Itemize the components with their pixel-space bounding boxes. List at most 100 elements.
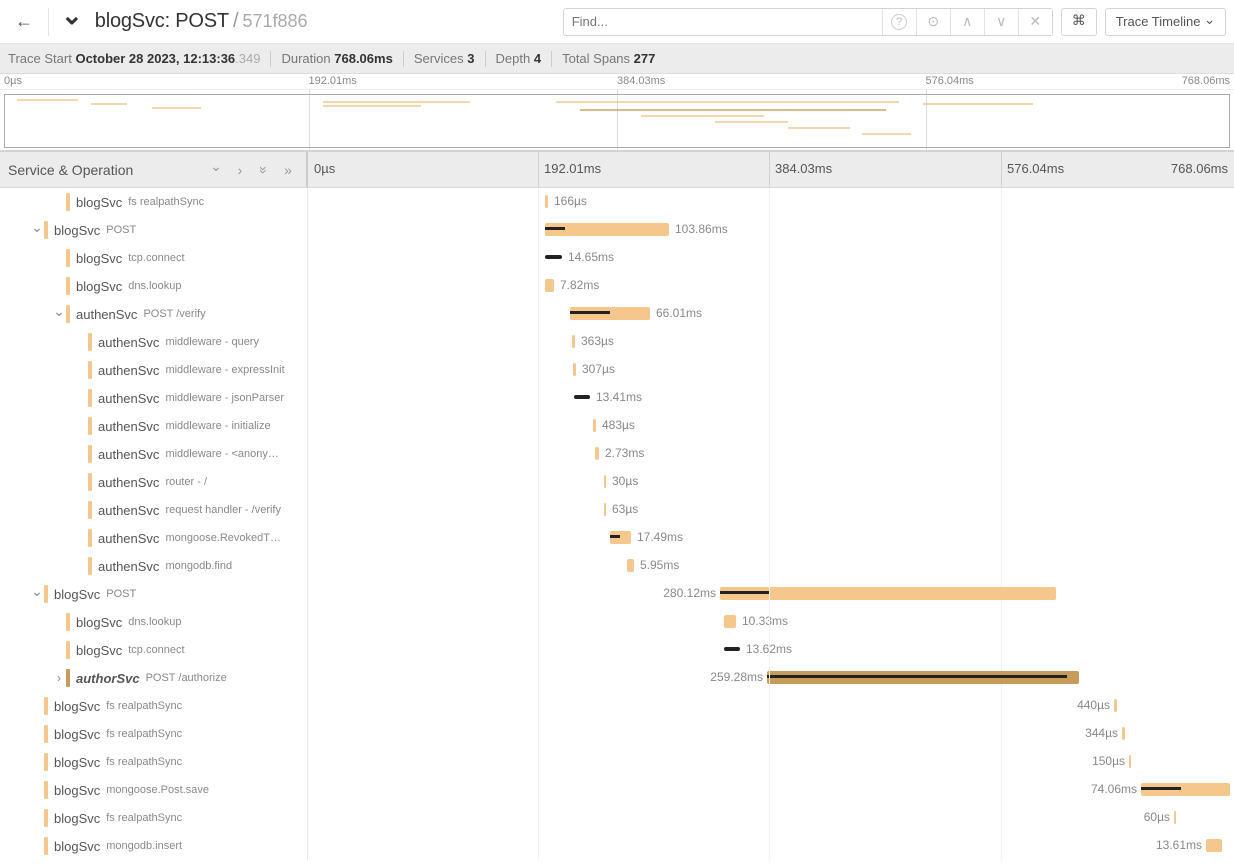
span-bar[interactable] (767, 671, 1079, 684)
minimap-viewport[interactable] (4, 94, 1230, 148)
span-row[interactable]: authenSvcmiddleware - expressInit307µs (0, 356, 1234, 384)
span-bar[interactable] (1129, 755, 1131, 768)
span-row[interactable]: blogSvcdns.lookup10.33ms (0, 608, 1234, 636)
span-bar[interactable] (545, 195, 548, 208)
span-row[interactable]: authenSvcmiddleware - query363µs (0, 328, 1234, 356)
span-bar[interactable] (610, 531, 631, 544)
span-row[interactable]: ⌄blogSvcPOST103.86ms (0, 216, 1234, 244)
collapse-toggle[interactable]: ⌄ (52, 306, 66, 323)
span-bar-area[interactable]: 259.28ms (308, 664, 1234, 692)
span-bar[interactable] (1114, 699, 1117, 712)
span-bar[interactable] (570, 307, 650, 320)
collapse-all-button[interactable]: » (254, 162, 274, 178)
span-row[interactable]: ›authorSvcPOST /authorize259.28ms (0, 664, 1234, 692)
span-row-label[interactable]: blogSvcfs realpathSync (0, 692, 308, 720)
span-bar-area[interactable]: 2.73ms (308, 440, 1234, 468)
span-row-label[interactable]: authenSvcmiddleware - query (0, 328, 308, 356)
span-row-label[interactable]: ⌄authenSvcPOST /verify (0, 300, 308, 328)
span-row-label[interactable]: blogSvcmongoose.Post.save (0, 776, 308, 804)
span-row-label[interactable]: authenSvcrouter - / (0, 468, 308, 496)
span-bar[interactable] (1206, 839, 1222, 852)
span-bar-area[interactable]: 483µs (308, 412, 1234, 440)
span-row[interactable]: blogSvctcp.connect14.65ms (0, 244, 1234, 272)
span-row[interactable]: authenSvcmiddleware - jsonParser13.41ms (0, 384, 1234, 412)
span-row[interactable]: blogSvcfs realpathSync150µs (0, 748, 1234, 776)
span-bar-area[interactable]: 344µs (308, 720, 1234, 748)
span-bar-area[interactable]: 5.95ms (308, 552, 1234, 580)
span-bar[interactable] (545, 279, 554, 292)
span-row[interactable]: blogSvcmongoose.Post.save74.06ms (0, 776, 1234, 804)
span-row-label[interactable]: authenSvcmiddleware - jsonParser (0, 384, 308, 412)
span-row[interactable]: authenSvcmiddleware - initialize483µs (0, 412, 1234, 440)
back-button[interactable]: ← (8, 6, 40, 38)
span-row[interactable]: blogSvcfs realpathSync440µs (0, 692, 1234, 720)
span-bar[interactable] (545, 223, 669, 236)
span-row[interactable]: authenSvcrouter - /30µs (0, 468, 1234, 496)
find-prev-button[interactable]: ∧ (950, 9, 984, 35)
span-bar-area[interactable]: 7.82ms (308, 272, 1234, 300)
span-row-label[interactable]: blogSvcfs realpathSync (0, 188, 308, 216)
span-row-label[interactable]: blogSvcfs realpathSync (0, 748, 308, 776)
span-row[interactable]: authenSvcmongoose.RevokedT…17.49ms (0, 524, 1234, 552)
span-bar[interactable] (595, 447, 599, 460)
span-bar-area[interactable]: 280.12ms (308, 580, 1234, 608)
span-row[interactable]: authenSvcmongodb.find5.95ms (0, 552, 1234, 580)
span-row-label[interactable]: ⌄blogSvcPOST (0, 216, 308, 244)
span-row-label[interactable]: blogSvcfs realpathSync (0, 720, 308, 748)
span-row[interactable]: ⌄authenSvcPOST /verify66.01ms (0, 300, 1234, 328)
span-bar-area[interactable]: 17.49ms (308, 524, 1234, 552)
span-row[interactable]: authenSvcmiddleware - <anony…2.73ms (0, 440, 1234, 468)
find-input[interactable] (564, 14, 882, 29)
find-next-button[interactable]: ∨ (984, 9, 1018, 35)
span-bar-area[interactable]: 10.33ms (308, 608, 1234, 636)
span-bar[interactable] (574, 395, 590, 399)
span-bar-area[interactable]: 363µs (308, 328, 1234, 356)
find-clear-button[interactable]: ✕ (1018, 9, 1052, 35)
span-row-label[interactable]: ›authorSvcPOST /authorize (0, 664, 308, 692)
span-bar-area[interactable]: 60µs (308, 804, 1234, 832)
span-bar-area[interactable]: 74.06ms (308, 776, 1234, 804)
trace-timeline-dropdown[interactable]: Trace Timeline ⌄ (1105, 8, 1226, 36)
span-bar-area[interactable]: 63µs (308, 496, 1234, 524)
span-bar-area[interactable]: 150µs (308, 748, 1234, 776)
span-row-label[interactable]: blogSvcdns.lookup (0, 608, 308, 636)
span-row[interactable]: ⌄blogSvcPOST280.12ms (0, 580, 1234, 608)
keyboard-shortcuts-button[interactable]: ⌘ (1061, 8, 1097, 36)
span-row[interactable]: blogSvcfs realpathSync60µs (0, 804, 1234, 832)
expand-one-button[interactable]: › (230, 162, 250, 178)
span-row-label[interactable]: authenSvcmiddleware - initialize (0, 412, 308, 440)
span-row-label[interactable]: blogSvcmongodb.insert (0, 832, 308, 860)
span-row[interactable]: blogSvcfs realpathSync344µs (0, 720, 1234, 748)
span-bar[interactable] (720, 587, 1056, 600)
span-row[interactable]: authenSvcrequest handler - /verify63µs (0, 496, 1234, 524)
expand-toggle[interactable]: › (52, 671, 66, 685)
span-bar-area[interactable]: 30µs (308, 468, 1234, 496)
collapse-toggle[interactable]: ⌄ (30, 222, 44, 239)
span-bar[interactable] (1122, 727, 1125, 740)
span-row-label[interactable]: authenSvcmongoose.RevokedT… (0, 524, 308, 552)
span-bar[interactable] (573, 363, 576, 376)
span-row-label[interactable]: authenSvcmiddleware - <anony… (0, 440, 308, 468)
span-bar[interactable] (627, 559, 634, 572)
find-help-button[interactable]: ? (882, 9, 916, 35)
span-bar-area[interactable]: 14.65ms (308, 244, 1234, 272)
span-bar[interactable] (593, 419, 596, 432)
span-row[interactable]: blogSvcfs realpathSync166µs (0, 188, 1234, 216)
span-bar[interactable] (724, 647, 740, 651)
span-row[interactable]: blogSvcdns.lookup7.82ms (0, 272, 1234, 300)
span-bar[interactable] (604, 503, 606, 516)
span-row-label[interactable]: blogSvcdns.lookup (0, 272, 308, 300)
span-bar-area[interactable]: 13.61ms (308, 832, 1234, 860)
span-bar[interactable] (572, 335, 575, 348)
span-bar-area[interactable]: 66.01ms (308, 300, 1234, 328)
collapse-toggle[interactable]: ⌄ (30, 586, 44, 603)
collapse-one-button[interactable]: ⌄ (206, 161, 226, 178)
span-bar[interactable] (604, 475, 606, 488)
span-bar-area[interactable]: 440µs (308, 692, 1234, 720)
span-bar-area[interactable]: 13.62ms (308, 636, 1234, 664)
expand-all-button[interactable]: » (278, 162, 298, 178)
span-row-label[interactable]: blogSvcfs realpathSync (0, 804, 308, 832)
span-row[interactable]: blogSvcmongodb.insert13.61ms (0, 832, 1234, 860)
span-row-label[interactable]: blogSvctcp.connect (0, 636, 308, 664)
collapse-toggle[interactable]: ⌄ (57, 4, 87, 39)
